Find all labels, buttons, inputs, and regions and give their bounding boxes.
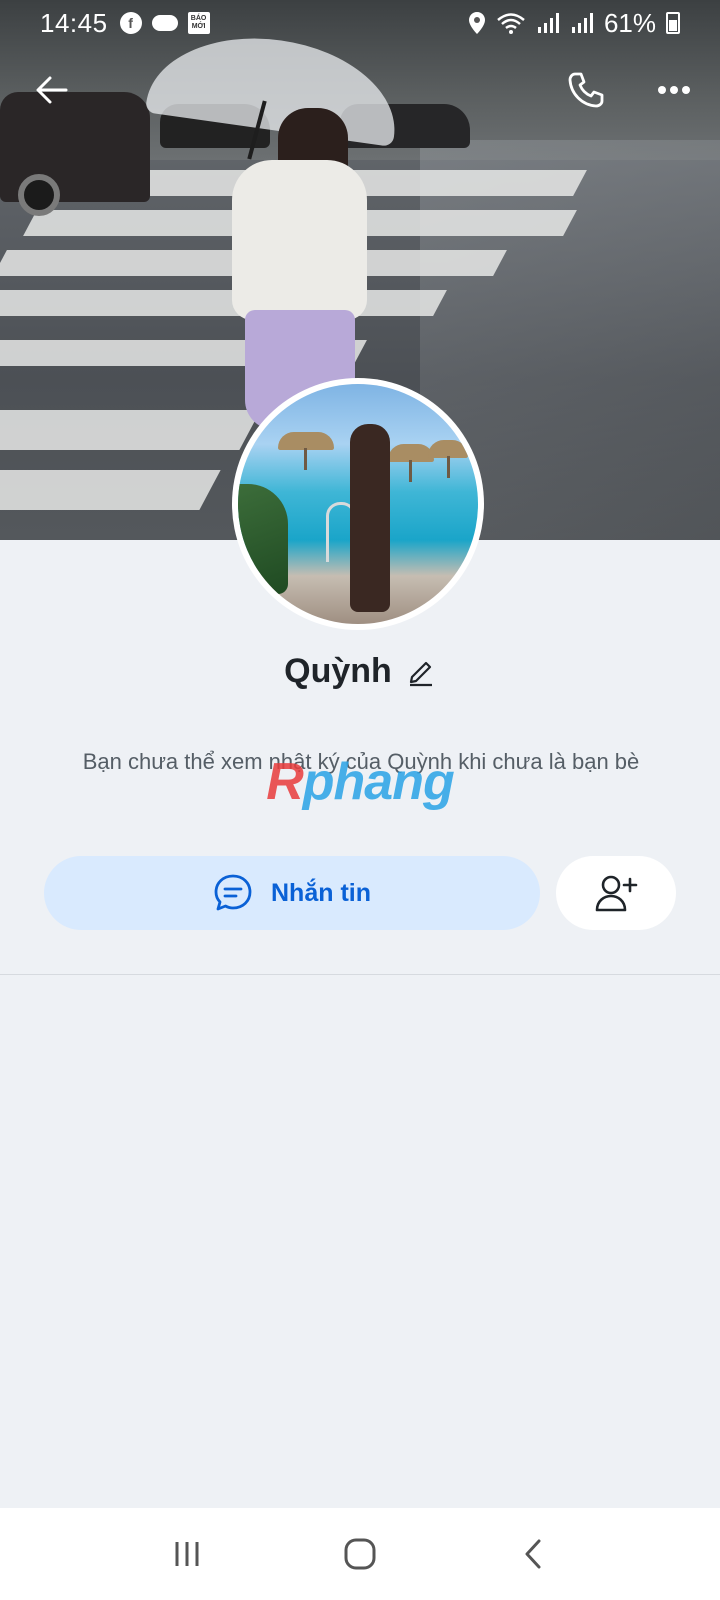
add-friend-button[interactable] [556, 856, 676, 930]
avatar-person [350, 424, 390, 612]
diary-notice: Bạn chưa thể xem nhật ký của Quỳnh khi c… [82, 749, 640, 774]
back-icon [525, 1539, 541, 1569]
signal-icon [537, 13, 559, 33]
battery-percent: 61% [603, 7, 656, 38]
home-icon [344, 1538, 376, 1570]
crosswalk-stripe [0, 470, 221, 510]
call-button[interactable] [562, 66, 610, 114]
home-button[interactable] [330, 1524, 390, 1584]
section-divider [0, 974, 720, 975]
crosswalk-stripe [0, 290, 447, 316]
status-bar: 14:45 f BÁO MỚI 61% [0, 0, 720, 46]
person-coat [232, 160, 367, 320]
signal-icon-2 [571, 13, 593, 33]
message-button[interactable]: Nhắn tin [44, 856, 540, 930]
recent-apps-button[interactable] [157, 1524, 217, 1584]
avatar-image [238, 384, 478, 624]
avatar[interactable] [232, 378, 484, 630]
recent-apps-icon [175, 1542, 199, 1566]
battery-icon [666, 12, 680, 34]
status-time: 14:45 [40, 7, 108, 38]
facebook-icon: f [119, 12, 142, 34]
location-icon [468, 12, 485, 34]
system-back-button[interactable] [503, 1524, 563, 1584]
arrow-left-icon [36, 76, 68, 104]
add-friend-icon [595, 875, 638, 912]
profile-name: Quỳnh [284, 652, 392, 690]
more-button[interactable] [650, 66, 698, 114]
wifi-icon [497, 13, 525, 34]
baomoi-icon: BÁO MỚI [187, 12, 210, 34]
edit-pencil-icon[interactable] [406, 657, 436, 687]
crosswalk-stripe [0, 410, 261, 450]
profile-name-row: Quỳnh [0, 652, 720, 691]
message-button-label: Nhắn tin [271, 878, 371, 907]
chat-bubble-icon [214, 874, 252, 911]
system-nav-bar [0, 1508, 720, 1600]
back-button[interactable] [28, 66, 76, 114]
more-dots-icon [658, 86, 690, 94]
cloud-icon [151, 15, 178, 31]
phone-icon [568, 72, 604, 108]
